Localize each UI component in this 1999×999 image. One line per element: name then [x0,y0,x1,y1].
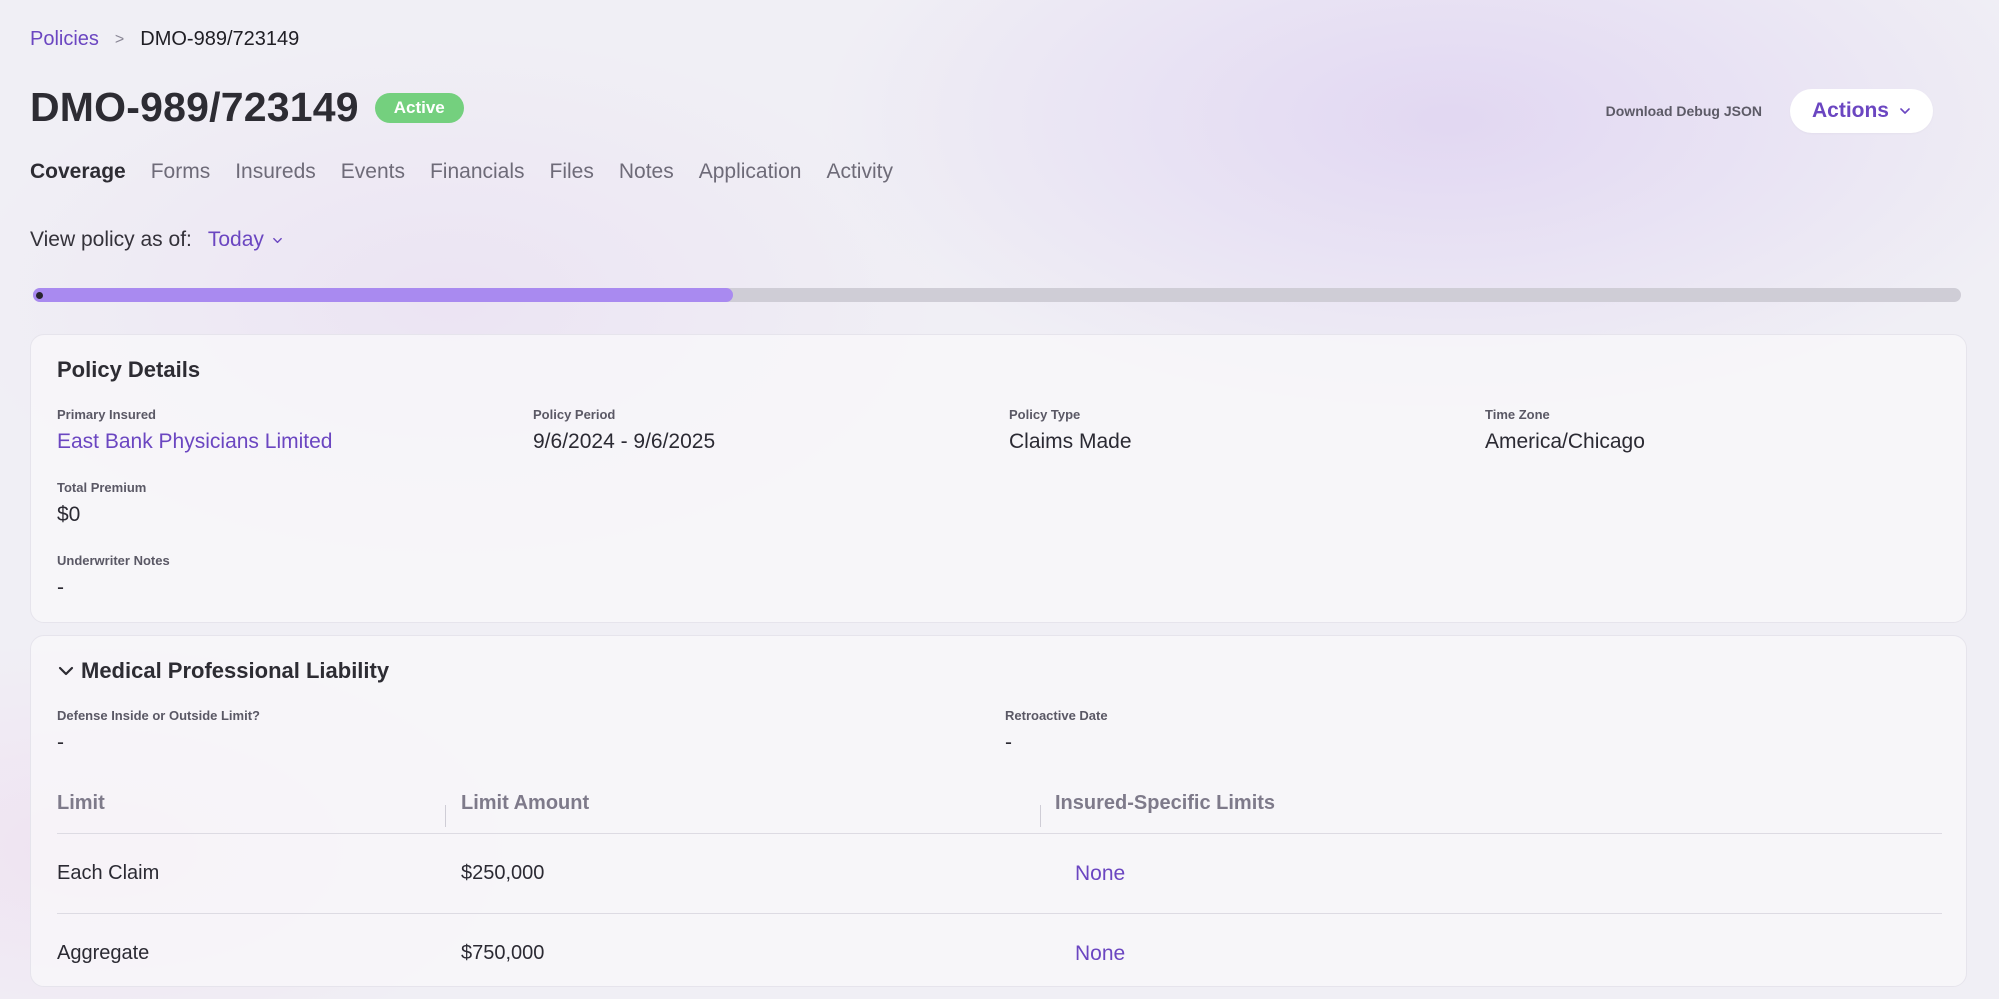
policy-timeline-fill [33,288,733,302]
mpl-coverage-card: Medical Professional Liability Defense I… [30,635,1967,987]
tab-activity[interactable]: Activity [826,160,893,184]
field-label: Policy Type [1009,407,1081,422]
column-header-insured-specific-limits: Insured-Specific Limits [1055,792,1276,814]
table-row: Aggregate $750,000 None [57,914,1942,994]
actions-button-label: Actions [1811,99,1889,122]
tab-insureds[interactable]: Insureds [235,160,316,184]
breadcrumb-policies-link[interactable]: Policies [30,28,99,51]
view-as-of-label: View policy as of: [30,228,192,251]
field-value: 9/6/2024 - 9/6/2025 [533,430,716,453]
primary-insured-link[interactable]: East Bank Physicians Limited [57,430,332,454]
tab-events[interactable]: Events [341,160,405,184]
policy-period-field: Policy Period 9/6/2024 - 9/6/2025 [533,407,715,454]
breadcrumb-separator: > [114,30,125,48]
limit-amount: $750,000 [461,942,545,964]
policy-type-field: Policy Type Claims Made [1009,407,1132,454]
page-title: DMO-989/723149 [30,84,359,130]
tab-notes[interactable]: Notes [619,160,674,184]
defense-limit-field: Defense Inside or Outside Limit? - [57,708,260,755]
policy-details-card: Policy Details Primary Insured East Bank… [30,334,1967,623]
table-row: Each Claim $250,000 None [57,834,1942,914]
total-premium-field: Total Premium $0 [57,480,146,527]
view-as-of-value: Today [207,228,264,251]
status-badge: Active [374,92,464,123]
retroactive-date-field: Retroactive Date - [1005,708,1108,755]
field-value: America/Chicago [1485,430,1645,453]
view-as-of-select[interactable]: Today [208,228,283,252]
tab-bar: Coverage Forms Insureds Events Financial… [30,160,918,184]
underwriter-notes-field: Underwriter Notes - [57,553,170,600]
column-header-limit-amount: Limit Amount [461,792,590,814]
timeline-handle[interactable] [36,292,43,299]
field-label: Total Premium [57,480,147,495]
field-label: Time Zone [1485,407,1550,422]
insured-specific-limits-link[interactable]: None [1075,862,1125,886]
actions-button[interactable]: Actions [1789,89,1933,133]
policy-details-title: Policy Details [57,357,201,382]
tab-application[interactable]: Application [699,160,802,184]
tab-files[interactable]: Files [550,160,594,184]
limits-table: Limit Limit Amount Insured-Specific Limi… [57,774,1942,994]
field-value: Claims Made [1009,430,1132,453]
field-label: Primary Insured [57,407,156,422]
mpl-section-title: Medical Professional Liability [81,658,390,683]
field-label: Underwriter Notes [57,553,170,568]
column-resize-handle[interactable] [1040,805,1041,827]
field-value: - [57,731,64,754]
insured-specific-limits-link[interactable]: None [1075,942,1125,966]
limit-name: Each Claim [57,862,160,884]
field-label: Policy Period [533,407,616,422]
mpl-section-header[interactable]: Medical Professional Liability [57,658,389,684]
chevron-down-icon[interactable] [57,662,75,680]
chevron-down-icon [1900,108,1910,114]
title-row: DMO-989/723149 Active [30,84,464,131]
header-actions: Download Debug JSON Actions [1606,89,1933,133]
limit-name: Aggregate [57,942,150,964]
tab-forms[interactable]: Forms [151,160,211,184]
breadcrumb: Policies > DMO-989/723149 [30,28,299,51]
field-label: Defense Inside or Outside Limit? [57,708,260,723]
breadcrumb-current: DMO-989/723149 [140,28,300,50]
chevron-down-icon [273,237,282,243]
field-value: - [57,576,64,599]
field-value: $0 [57,503,81,526]
tab-financials[interactable]: Financials [430,160,525,184]
table-header-row: Limit Limit Amount Insured-Specific Limi… [57,774,1942,834]
column-resize-handle[interactable] [445,805,446,827]
limit-amount: $250,000 [461,862,545,884]
tab-coverage[interactable]: Coverage [30,160,126,184]
primary-insured-field: Primary Insured East Bank Physicians Lim… [57,407,332,454]
field-value: - [1005,731,1012,754]
field-label: Retroactive Date [1005,708,1108,723]
download-debug-json-link[interactable]: Download Debug JSON [1606,103,1762,119]
column-header-limit: Limit [57,792,105,814]
time-zone-field: Time Zone America/Chicago [1485,407,1645,454]
policy-timeline-track[interactable] [33,288,1961,302]
view-as-of: View policy as of: Today [30,228,283,252]
